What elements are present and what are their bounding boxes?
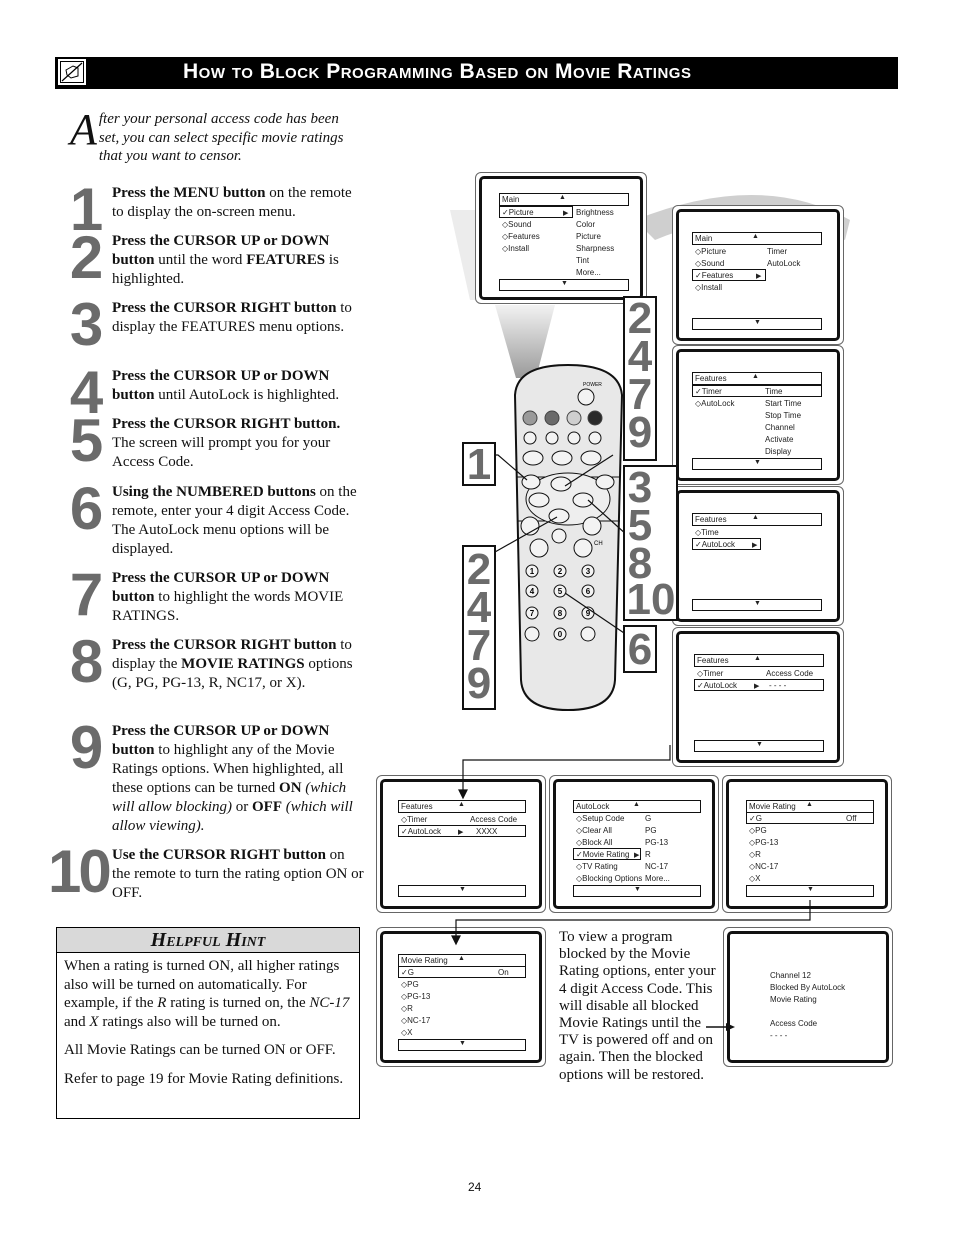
callout-step-1: 1 [462, 442, 496, 487]
view-blocked-program-text: To view a program blocked by the Movie R… [559, 929, 716, 1083]
svg-text:8: 8 [558, 609, 563, 618]
hint-title: Helpful Hint [57, 928, 359, 953]
step-text: Press the CURSOR UP or DOWN button until… [112, 368, 340, 403]
step-number: 8 [69, 628, 103, 695]
callout-steps-3-5-8-10: 3 5 8 10 [623, 465, 678, 622]
step-number: 10 [48, 838, 112, 905]
page-number: 24 [468, 1180, 482, 1194]
step-text: Press the CURSOR UP or DOWN button to hi… [112, 723, 353, 834]
svg-text:7: 7 [530, 609, 535, 618]
hint-paragraph: When a rating is turned ON, all higher r… [64, 958, 350, 1030]
step-number: 2 [69, 224, 103, 291]
tv-screen-features-autolock: Features ▲ ◇Time ✓AutoLock ▶ ▼ [672, 486, 844, 626]
svg-text:3: 3 [586, 567, 591, 576]
tv-screen-main-features: Main ▲ ◇Picture ◇Sound ✓Features ▶ ◇Inst… [672, 205, 844, 345]
page-title: How to Block Programming Based on Movie … [183, 60, 692, 83]
step-text: Press the CURSOR UP or DOWN button until… [112, 233, 339, 287]
svg-text:1: 1 [530, 567, 535, 576]
svg-text:5: 5 [558, 587, 563, 596]
step-text: Press the MENU button on the remote to d… [112, 185, 352, 220]
helpful-hint-box: Helpful Hint When a rating is turned ON,… [56, 927, 360, 1119]
callout-steps-2-4-7-9-bottom: 2 4 7 9 [462, 545, 496, 710]
drop-cap: A [70, 105, 97, 154]
step-text: Press the CURSOR RIGHT button to display… [112, 300, 352, 335]
step-text: Use the CURSOR RIGHT button on the remot… [112, 847, 364, 901]
hand-pointing-icon [57, 58, 87, 86]
svg-text:CH: CH [594, 541, 603, 547]
tv-screen-main-menu: Main ▲ ✓Picture ▶ ◇Sound ◇Features ◇Inst… [475, 172, 647, 304]
step-text: Using the NUMBERED buttons on the remote… [112, 484, 357, 557]
step-number: 7 [69, 561, 103, 628]
step-number: 6 [69, 475, 103, 542]
svg-text:4: 4 [530, 587, 535, 596]
step-text: Press the CURSOR RIGHT button. The scree… [112, 416, 341, 470]
callout-step-6: 6 [623, 625, 657, 673]
intro-paragraph: After your personal access code has been… [70, 105, 360, 166]
step-number: 9 [69, 714, 103, 781]
intro-text: fter your personal access code has been … [98, 111, 344, 164]
step-text: Press the CURSOR RIGHT button to display… [112, 637, 353, 691]
svg-text:6: 6 [586, 587, 591, 596]
svg-text:0: 0 [558, 630, 563, 639]
svg-text:2: 2 [558, 567, 563, 576]
callout-steps-2-4-7-9-top: 2 4 7 9 [623, 296, 657, 461]
hint-paragraph: All Movie Ratings can be turned ON or OF… [64, 1042, 336, 1058]
step-number: 5 [69, 407, 103, 474]
tv-screen-features-timer: Features ▲ ✓Timer ◇AutoLock Time Start T… [672, 345, 844, 485]
hint-paragraph: Refer to page 19 for Movie Rating defini… [64, 1070, 344, 1087]
step-number: 3 [69, 291, 103, 358]
step-text: Press the CURSOR UP or DOWN button to hi… [112, 570, 344, 624]
power-label: POWER [583, 382, 602, 388]
